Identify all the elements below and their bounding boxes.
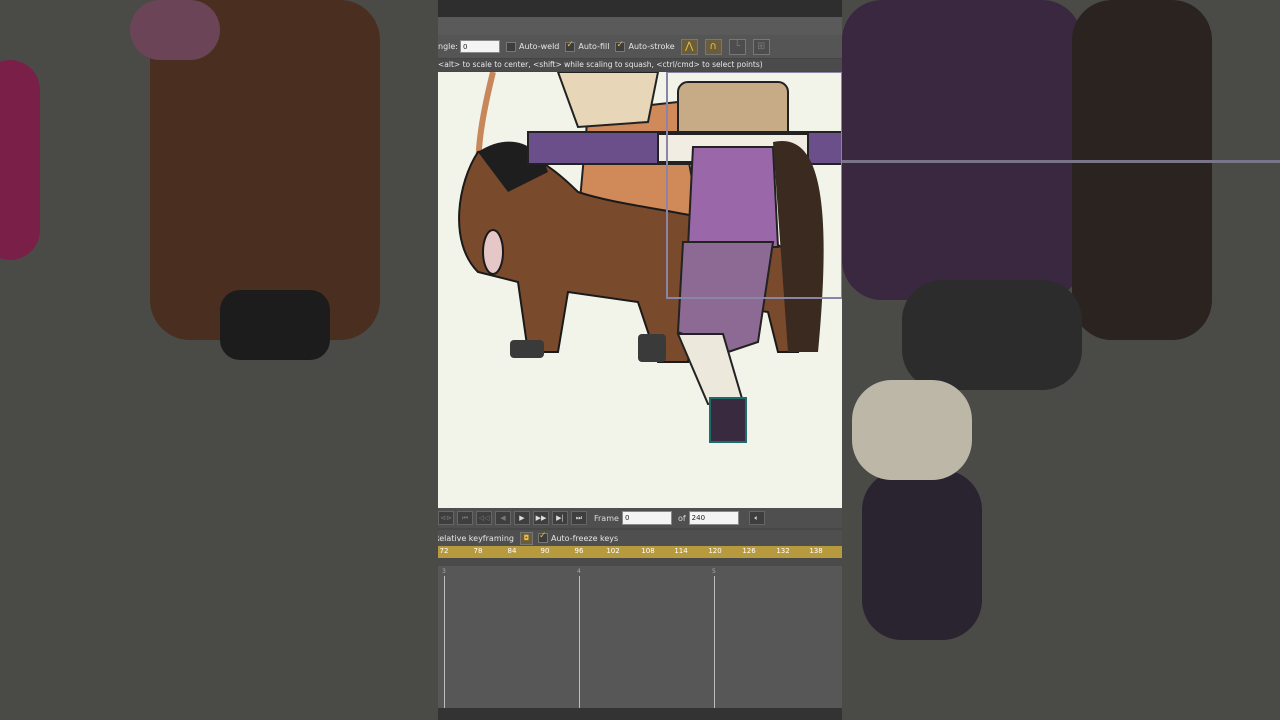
playback-bar: ⊲⊳ ⏮ ◁◁ ◀ ▶ ▶▶ ▶| ⏭ Frame of 🔈︎ — [438, 508, 842, 528]
timeline-marker[interactable] — [444, 576, 445, 708]
puppet-vest-shape — [686, 146, 780, 248]
ruler-tick: 96 — [574, 547, 584, 555]
checkbox-icon — [506, 41, 516, 52]
drawing-canvas[interactable] — [438, 72, 842, 508]
smooth-corner-icon[interactable]: ∩ — [704, 38, 722, 55]
bounding-box-line — [842, 160, 1280, 163]
prev-key-icon[interactable]: ◁◁ — [476, 511, 492, 525]
hoof-shape — [638, 334, 666, 362]
prev-frame-icon[interactable]: ◀ — [495, 511, 511, 525]
ruler-tick: 126 — [742, 547, 756, 555]
timeline-marker-label: 5 — [712, 568, 716, 575]
ruler-tick: 138 — [809, 547, 823, 555]
timeline-marker-label: 3 — [442, 568, 446, 575]
ruler-tick: 132 — [776, 547, 790, 555]
auto-weld-checkbox[interactable]: Auto-weld — [506, 41, 560, 52]
angle-label: ngle: — [438, 42, 458, 51]
next-frame-icon[interactable]: ▶▶ — [533, 511, 549, 525]
auto-freeze-checkbox[interactable]: Auto-freeze keys — [537, 531, 619, 543]
ruler-tick: 84 — [507, 547, 517, 555]
puppet-foot-shape — [709, 397, 747, 443]
status-strip — [438, 708, 842, 720]
ruler-tick: 78 — [473, 547, 483, 555]
ruler-tick: 108 — [641, 547, 655, 555]
checkbox-checked-icon — [565, 40, 576, 52]
ruler-tick: 102 — [606, 547, 620, 555]
lock-icon[interactable]: ◘ — [519, 531, 533, 545]
animation-app-window: ngle: Auto-weld Auto-fill Auto-stroke ⋀ … — [438, 0, 842, 720]
timeline-marker[interactable] — [714, 576, 715, 708]
timeline-area[interactable]: 3 4 5 — [438, 558, 842, 708]
play-icon[interactable]: ▶ — [514, 511, 530, 525]
timeline-marker-label: 4 — [577, 568, 581, 575]
auto-fill-label: Auto-fill — [578, 42, 610, 51]
background-blur-right — [842, 0, 1280, 720]
sound-icon[interactable]: 🔈︎ — [748, 511, 765, 525]
relative-keyframing-label[interactable]: Relative keyframing — [438, 534, 514, 543]
auto-freeze-label: Auto-freeze keys — [550, 533, 619, 543]
of-label: of — [677, 513, 686, 523]
last-frame-icon[interactable]: ⏭ — [571, 511, 587, 525]
rider-cloak-shape — [556, 72, 660, 129]
sharp-corner-icon[interactable]: ⋀ — [680, 38, 698, 55]
ruler-tick: 120 — [708, 547, 722, 555]
tool-options-bar: ngle: Auto-weld Auto-fill Auto-stroke ⋀ … — [438, 35, 842, 59]
next-key-icon[interactable]: ▶| — [552, 511, 568, 525]
hoof-shape — [510, 340, 544, 358]
checkbox-checked-icon — [615, 40, 626, 52]
ruler-tick: 90 — [540, 547, 550, 555]
horse-muzzle-shape — [482, 229, 504, 275]
total-frames-input[interactable] — [688, 511, 739, 525]
first-frame-icon[interactable]: ⏮ — [457, 511, 473, 525]
auto-fill-checkbox[interactable]: Auto-fill — [565, 40, 610, 52]
corner-icon[interactable]: └ — [728, 38, 746, 55]
ruler-tick: 114 — [674, 547, 688, 555]
artwork — [458, 72, 842, 443]
background-blur-left — [0, 0, 438, 720]
timeline-ruler[interactable]: 72 78 84 90 96 102 108 114 120 126 132 1… — [438, 546, 842, 558]
angle-input[interactable] — [460, 40, 500, 53]
auto-weld-label: Auto-weld — [519, 42, 560, 51]
auto-stroke-checkbox[interactable]: Auto-stroke — [615, 40, 675, 52]
title-bar — [438, 0, 842, 17]
menu-bar — [438, 17, 842, 35]
frame-label: Frame — [594, 513, 619, 523]
keyframing-options-bar: Relative keyframing ◘ Auto-freeze keys — [438, 530, 842, 546]
auto-stroke-label: Auto-stroke — [628, 42, 675, 51]
ruler-tick: 72 — [439, 547, 449, 555]
loop-icon[interactable]: ⊲⊳ — [438, 511, 454, 525]
grid-snap-icon[interactable]: ⊞ — [752, 38, 770, 55]
checkbox-checked-icon — [537, 531, 548, 543]
timeline-marker[interactable] — [579, 576, 580, 708]
tool-hint-text: <alt> to scale to center, <shift> while … — [438, 59, 842, 71]
frame-input[interactable] — [621, 511, 672, 525]
